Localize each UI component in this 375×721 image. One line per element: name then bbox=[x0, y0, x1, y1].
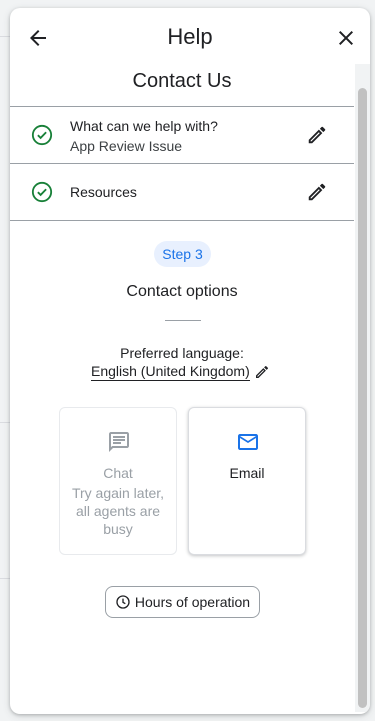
step-badge: Step 3 bbox=[154, 241, 211, 267]
step-row-resources[interactable]: Resources bbox=[10, 164, 354, 220]
close-icon[interactable] bbox=[334, 26, 358, 50]
divider bbox=[10, 220, 354, 221]
panel-title: Help bbox=[167, 24, 213, 49]
email-option-card[interactable]: Email bbox=[188, 407, 306, 555]
background-divider bbox=[0, 578, 10, 579]
chat-option-title: Chat bbox=[103, 465, 133, 481]
help-panel: Help Contact Us What can we help with? A… bbox=[10, 8, 370, 714]
check-circle-icon bbox=[31, 124, 53, 146]
edit-icon[interactable] bbox=[306, 124, 328, 146]
step-title: What can we help with? bbox=[70, 118, 218, 134]
edit-icon[interactable] bbox=[306, 181, 328, 203]
panel-content: Contact Us What can we help with? App Re… bbox=[10, 64, 354, 714]
chat-option-note: Try again later, all agents are busy bbox=[71, 485, 165, 537]
chat-option-card: Chat Try again later, all agents are bus… bbox=[59, 407, 177, 555]
hours-of-operation-button[interactable]: Hours of operation bbox=[105, 586, 260, 618]
hours-button-label: Hours of operation bbox=[134, 594, 251, 610]
language-selector[interactable]: English (United Kingdom) bbox=[91, 363, 270, 383]
panel-header: Help bbox=[10, 8, 370, 68]
background-divider bbox=[0, 422, 10, 423]
language-label: Preferred language: bbox=[120, 345, 244, 361]
edit-icon[interactable] bbox=[254, 364, 270, 380]
short-divider bbox=[165, 320, 201, 321]
check-circle-icon bbox=[31, 181, 53, 203]
language-value[interactable]: English (United Kingdom) bbox=[91, 363, 250, 381]
email-option-title: Email bbox=[229, 465, 265, 481]
step-value: App Review Issue bbox=[70, 138, 183, 154]
scrollbar-thumb[interactable] bbox=[358, 88, 367, 708]
chat-icon bbox=[109, 432, 129, 452]
clock-icon bbox=[116, 595, 130, 609]
page-subtitle: Contact Us bbox=[132, 70, 232, 92]
step-row-help-topic[interactable]: What can we help with? App Review Issue bbox=[10, 107, 354, 163]
email-icon bbox=[238, 434, 258, 450]
step-title: Resources bbox=[70, 184, 137, 200]
section-title: Contact options bbox=[126, 283, 238, 300]
background-divider bbox=[0, 36, 10, 37]
